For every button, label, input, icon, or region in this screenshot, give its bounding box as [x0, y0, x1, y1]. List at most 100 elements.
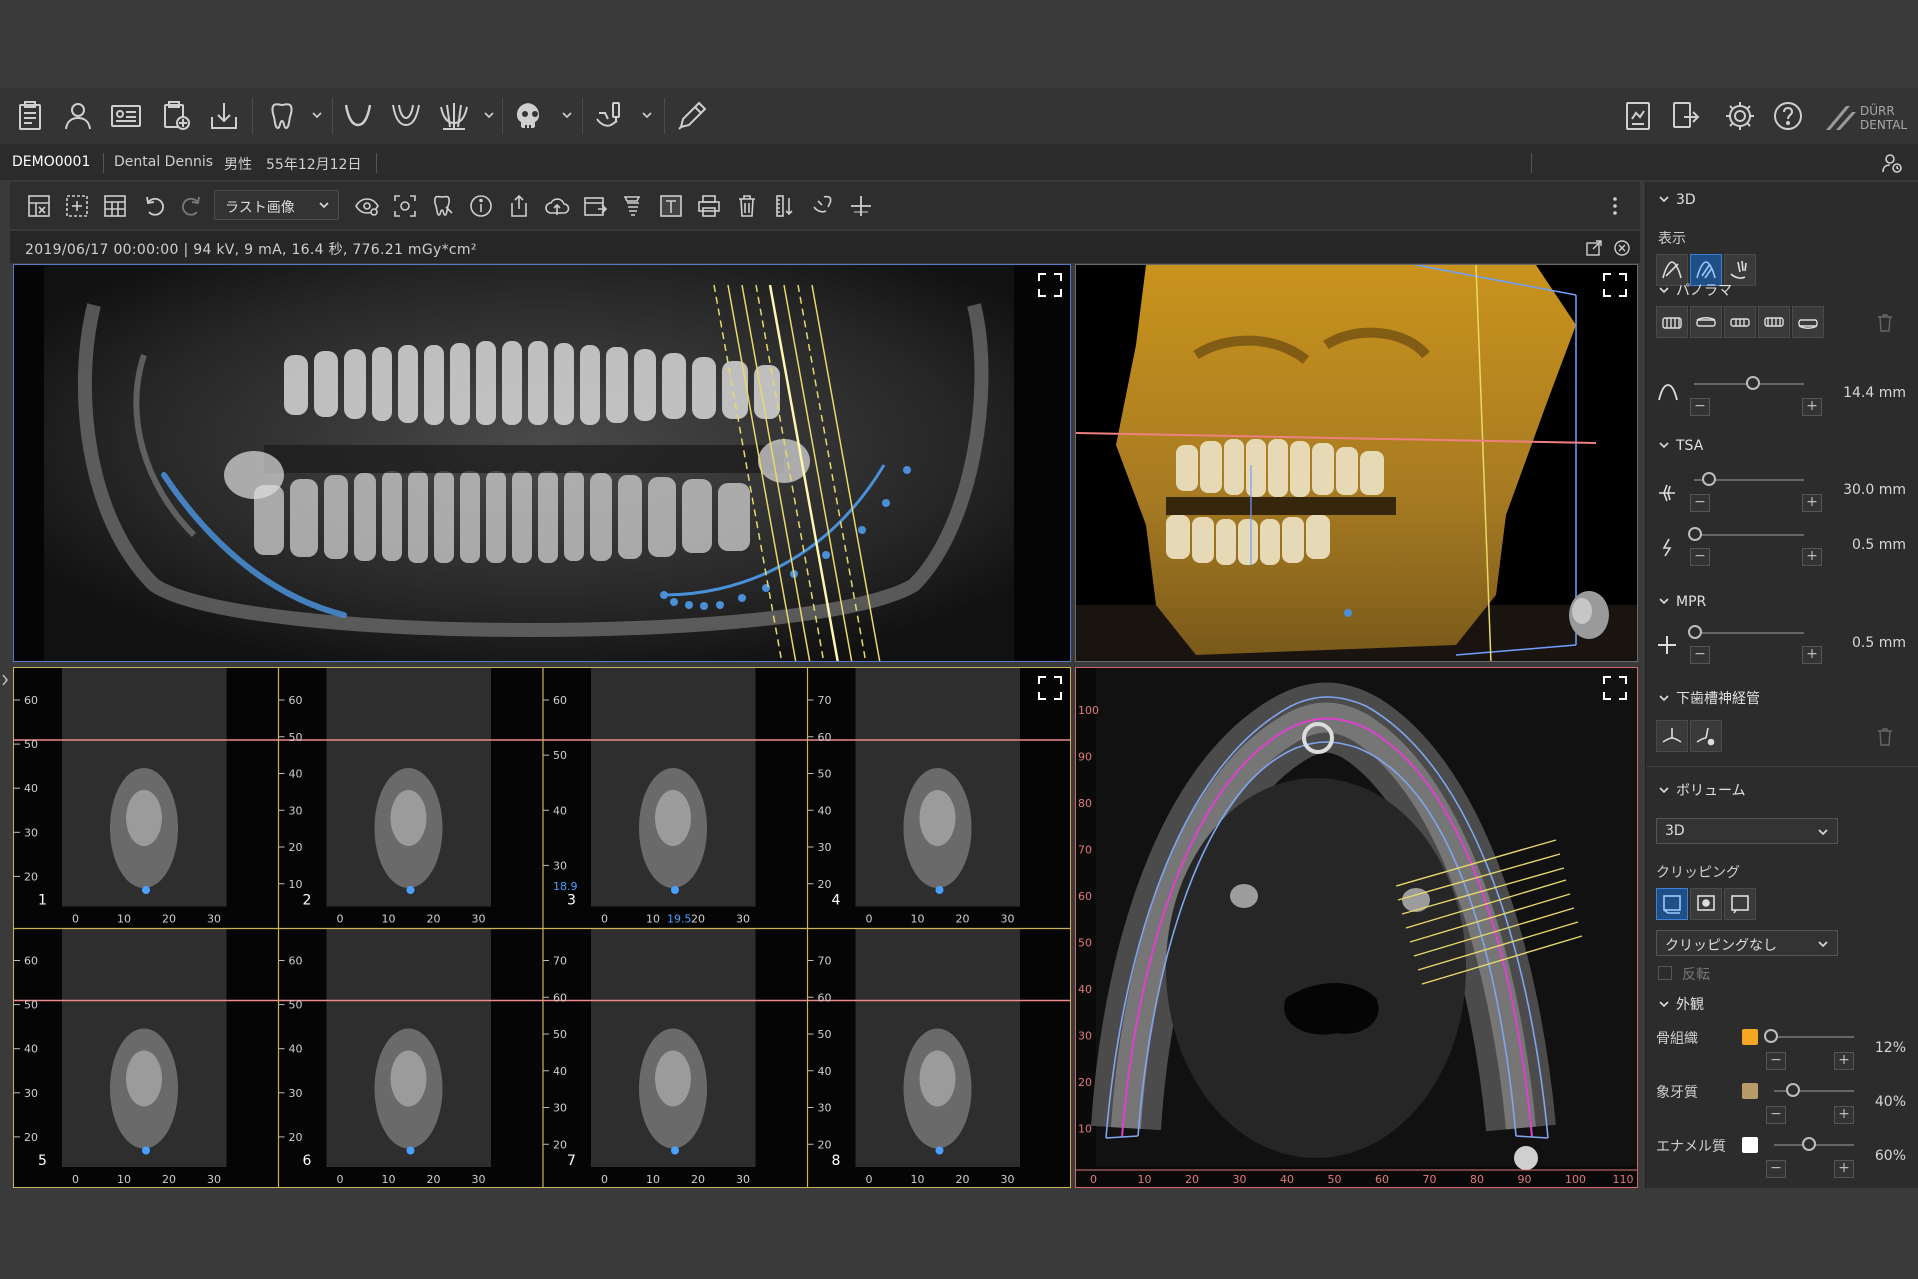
- expand-icon[interactable]: [1036, 674, 1064, 702]
- panorama-preset-4[interactable]: [1758, 306, 1790, 338]
- mpr-decrease-button[interactable]: −: [1690, 646, 1710, 664]
- chevron-down-icon[interactable]: [482, 108, 496, 122]
- 3d-viewport[interactable]: [1075, 264, 1638, 662]
- layout-icon[interactable]: [24, 191, 54, 221]
- info-icon[interactable]: [466, 191, 496, 221]
- chevron-down-icon[interactable]: [560, 108, 574, 122]
- grid-layout-icon[interactable]: [100, 191, 130, 221]
- help-icon[interactable]: [1768, 96, 1808, 136]
- panorama-slider-thumb[interactable]: [1746, 376, 1760, 390]
- axial-viewport[interactable]: 1009080706050403020100102030405060708090…: [1075, 667, 1638, 1188]
- enamel-color-swatch[interactable]: [1742, 1137, 1758, 1153]
- chevron-down-icon[interactable]: [310, 108, 324, 122]
- cross-section-cell[interactable]: 605040302001020305: [14, 929, 279, 1189]
- undo-icon[interactable]: [140, 191, 170, 221]
- bone-slider-thumb[interactable]: [1764, 1029, 1778, 1043]
- enamel-decrease-button[interactable]: −: [1766, 1160, 1786, 1178]
- clipping-mode-3[interactable]: [1724, 888, 1756, 920]
- clipboard-icon[interactable]: [10, 96, 50, 136]
- section-mpr[interactable]: MPR: [1658, 594, 1706, 610]
- arch-icon[interactable]: [338, 96, 378, 136]
- patient-card-icon[interactable]: [106, 96, 146, 136]
- cross-section-cell[interactable]: 605040302001020306: [279, 929, 544, 1189]
- redo-icon[interactable]: [176, 191, 206, 221]
- bone-decrease-button[interactable]: −: [1766, 1052, 1786, 1070]
- bone-color-swatch[interactable]: [1742, 1029, 1758, 1045]
- section-appearance[interactable]: 外観: [1658, 994, 1704, 1014]
- screenshot-icon[interactable]: [390, 191, 420, 221]
- mpr-slider-thumb[interactable]: [1688, 625, 1702, 639]
- nerve-edit-button[interactable]: [1690, 720, 1722, 752]
- share-icon[interactable]: [504, 191, 534, 221]
- chevron-down-icon[interactable]: [640, 108, 654, 122]
- trash-icon[interactable]: [1874, 726, 1896, 748]
- crosshair-layout-icon[interactable]: [62, 191, 92, 221]
- print-icon[interactable]: [694, 191, 724, 221]
- volume-select[interactable]: 3D: [1656, 818, 1838, 844]
- tsa-spacing-increase-button[interactable]: +: [1802, 494, 1822, 512]
- import-icon[interactable]: [204, 96, 244, 136]
- skull-icon[interactable]: [510, 96, 550, 136]
- section-tsa[interactable]: TSA: [1658, 438, 1703, 454]
- cross-section-viewport[interactable]: 6050403020010203016050403020100102030260…: [13, 667, 1071, 1188]
- implant-planning-icon[interactable]: [590, 96, 630, 136]
- collapse-left-icon[interactable]: [0, 672, 10, 688]
- report-icon[interactable]: [1618, 96, 1658, 136]
- dentin-decrease-button[interactable]: −: [1766, 1106, 1786, 1124]
- cloud-upload-icon[interactable]: [542, 191, 572, 221]
- dentin-slider-thumb[interactable]: [1786, 1083, 1800, 1097]
- double-arch-icon[interactable]: [386, 96, 426, 136]
- save-view-icon[interactable]: [580, 191, 610, 221]
- tsa-thickness-decrease-button[interactable]: −: [1690, 548, 1710, 566]
- visibility-icon[interactable]: [352, 191, 382, 221]
- gear-icon[interactable]: [1720, 96, 1760, 136]
- mpr-increase-button[interactable]: +: [1802, 646, 1822, 664]
- patient-icon[interactable]: [58, 96, 98, 136]
- tsa-spacing-slider-thumb[interactable]: [1702, 472, 1716, 486]
- bone-slider-track[interactable]: [1774, 1036, 1854, 1038]
- trash-icon[interactable]: [1874, 312, 1896, 334]
- cross-section-cell[interactable]: 605040302001020301: [14, 668, 279, 929]
- pen-icon[interactable]: [672, 96, 712, 136]
- tsa-thickness-increase-button[interactable]: +: [1802, 548, 1822, 566]
- tooth-annotation-icon[interactable]: [428, 191, 458, 221]
- implant-arch-icon[interactable]: [434, 96, 474, 136]
- section-panorama[interactable]: パノラマ: [1658, 280, 1732, 300]
- section-nerve-canal[interactable]: 下歯槽神経管: [1658, 688, 1760, 708]
- last-image-dropdown[interactable]: ラスト画像: [214, 190, 339, 220]
- cross-section-cell[interactable]: 605040300102030318.919.5: [543, 668, 808, 929]
- clipping-mode-2[interactable]: [1690, 888, 1722, 920]
- ruler-icon[interactable]: [770, 191, 800, 221]
- clipping-mode-1[interactable]: [1656, 888, 1688, 920]
- add-record-icon[interactable]: [156, 96, 196, 136]
- bone-increase-button[interactable]: +: [1834, 1052, 1854, 1070]
- nerve-draw-button[interactable]: [1656, 720, 1688, 752]
- cross-section-cell[interactable]: 60504030201001020302: [279, 668, 544, 929]
- cross-section-cell[interactable]: 70605040302001020308: [808, 929, 1072, 1189]
- text-annotation-icon[interactable]: [656, 191, 686, 221]
- panorama-decrease-button[interactable]: −: [1690, 398, 1710, 416]
- clipping-select[interactable]: クリッピングなし: [1656, 930, 1838, 956]
- panorama-preset-5[interactable]: [1792, 306, 1824, 338]
- more-menu-icon[interactable]: [1600, 191, 1630, 221]
- dentin-increase-button[interactable]: +: [1834, 1106, 1854, 1124]
- switch-user-icon[interactable]: [1880, 151, 1904, 175]
- cross-section-cell[interactable]: 70605040302001020307: [543, 929, 808, 1189]
- tsa-thickness-slider-thumb[interactable]: [1688, 527, 1702, 541]
- section-3d[interactable]: 3D: [1658, 192, 1696, 208]
- trash-icon[interactable]: [732, 191, 762, 221]
- panorama-viewport[interactable]: [13, 264, 1071, 662]
- section-volume[interactable]: ボリューム: [1658, 780, 1746, 800]
- enamel-increase-button[interactable]: +: [1834, 1160, 1854, 1178]
- panorama-increase-button[interactable]: +: [1802, 398, 1822, 416]
- expand-icon[interactable]: [1601, 271, 1629, 299]
- export-icon[interactable]: [1666, 96, 1706, 136]
- panorama-preset-2[interactable]: [1690, 306, 1722, 338]
- tooth-icon[interactable]: [262, 96, 302, 136]
- crosshair-icon[interactable]: [846, 191, 876, 221]
- close-icon[interactable]: [1613, 239, 1631, 257]
- cross-section-cell[interactable]: 70605040302001020304: [808, 668, 1072, 929]
- invert-checkbox[interactable]: [1658, 966, 1672, 980]
- implant-icon[interactable]: [618, 191, 648, 221]
- pop-out-icon[interactable]: [1585, 239, 1603, 257]
